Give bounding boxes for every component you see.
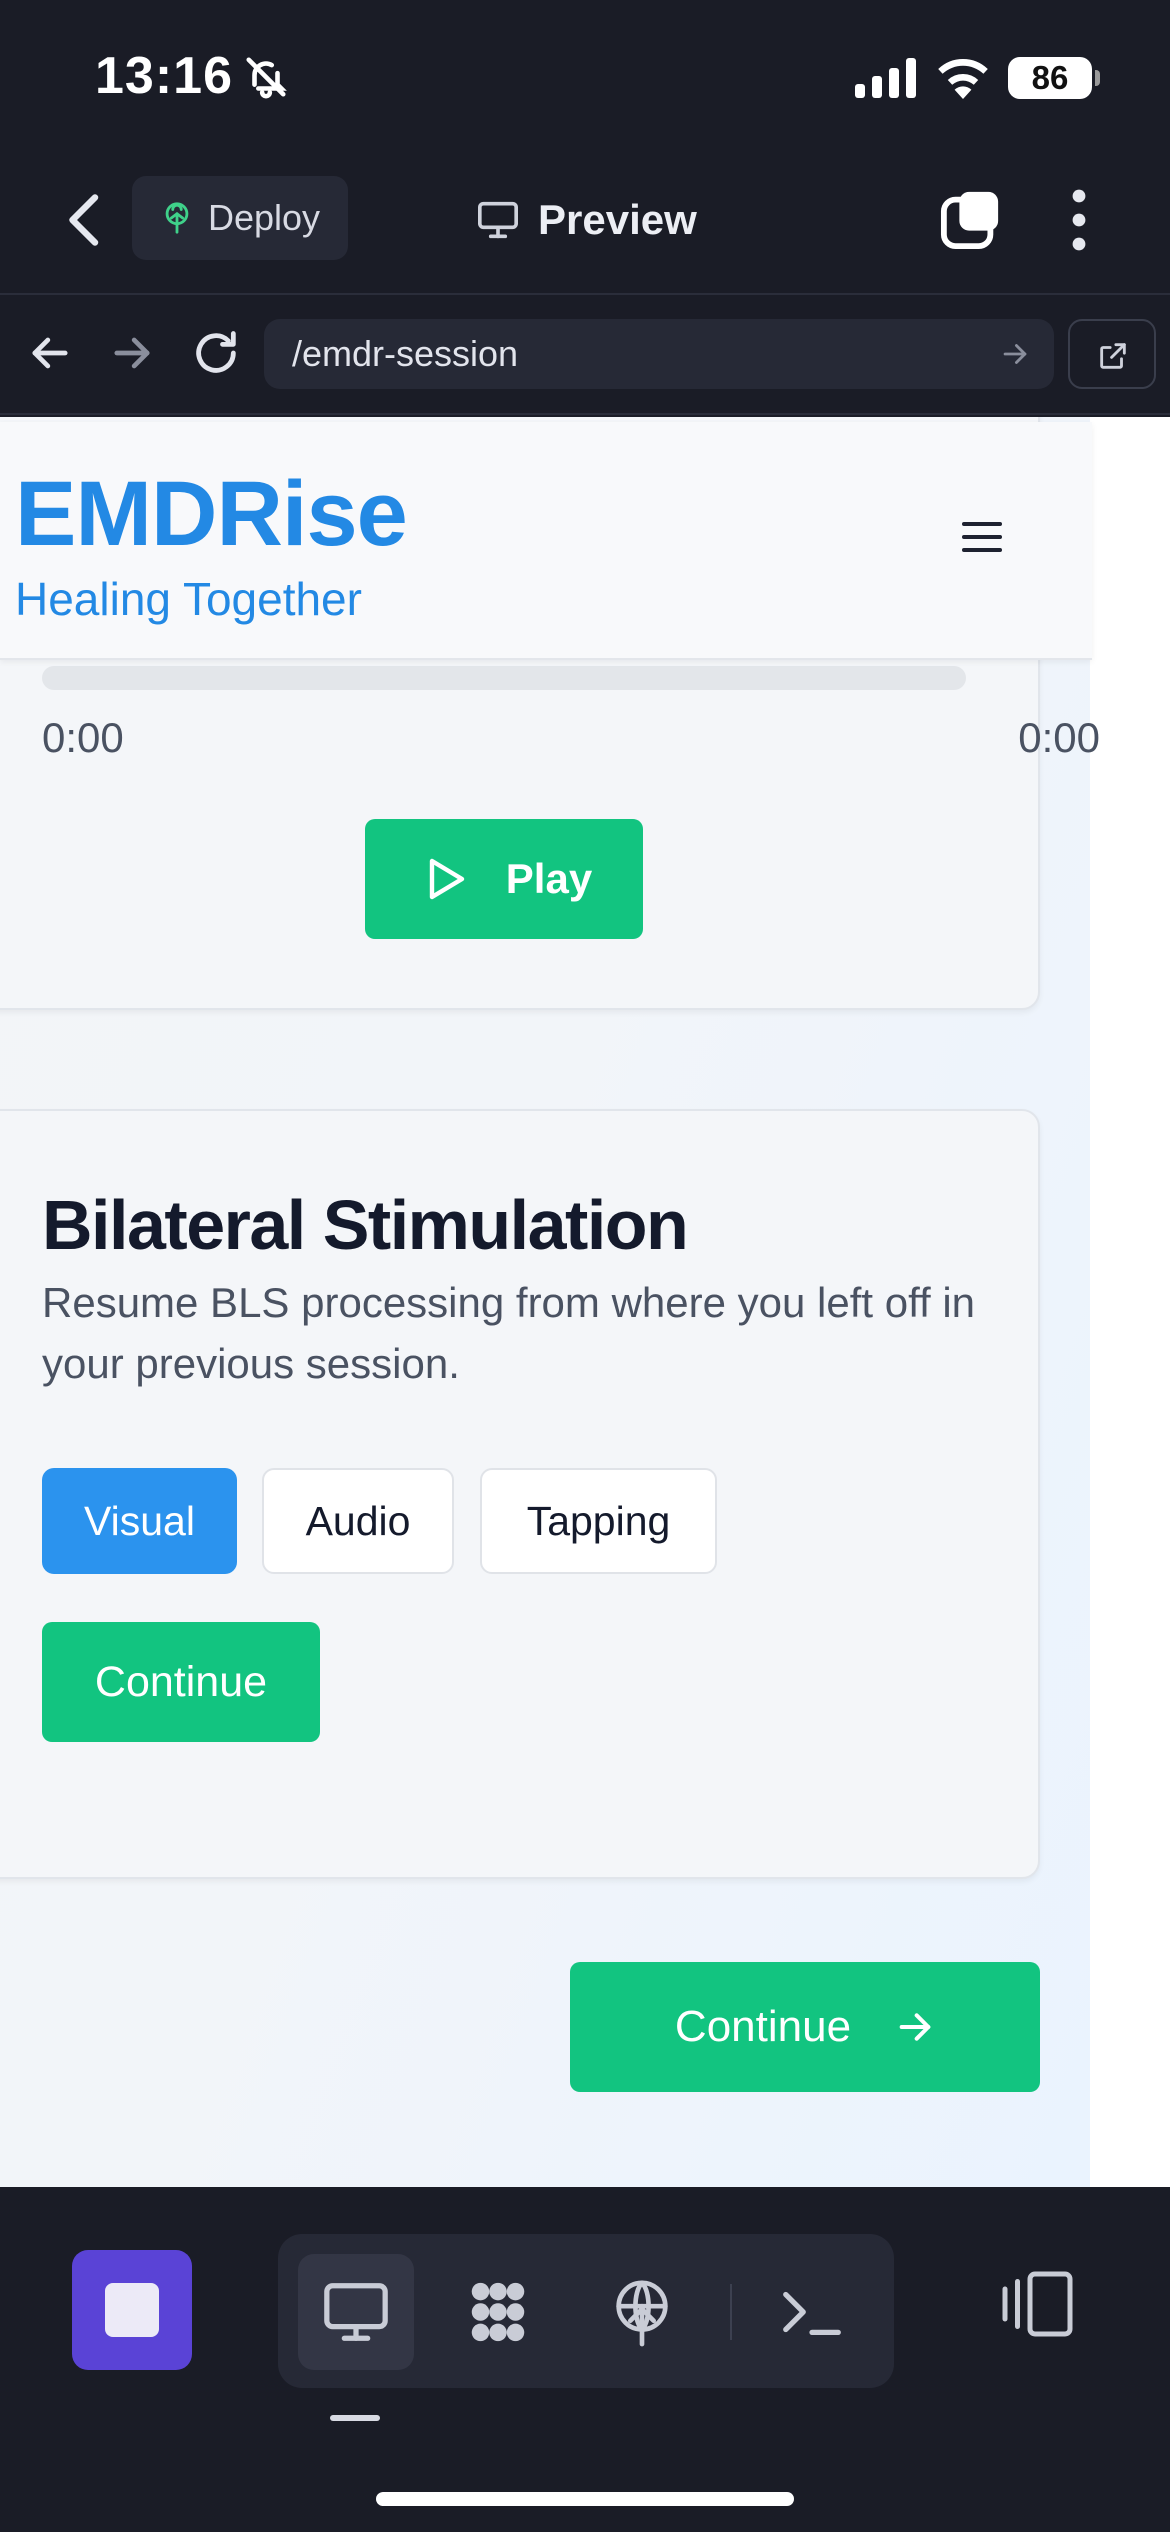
site-header: EMDRise Healing Together <box>0 422 1092 660</box>
page-gutter <box>1090 417 1170 2187</box>
audio-progress-bar[interactable] <box>42 666 966 690</box>
mode-audio-button[interactable]: Audio <box>262 1468 454 1574</box>
bottom-dock <box>0 2189 1170 2532</box>
wifi-icon <box>938 59 988 99</box>
dock-separator <box>730 2284 732 2340</box>
url-input[interactable]: /emdr-session <box>264 319 1054 389</box>
monitor-icon <box>478 201 518 239</box>
battery-icon: 86 <box>1008 57 1100 99</box>
mode-visual-button[interactable]: Visual <box>42 1468 237 1574</box>
deploy-tree-icon <box>165 202 189 234</box>
arrow-right-icon[interactable] <box>106 327 158 379</box>
panel-icon[interactable] <box>995 2269 1075 2339</box>
arrow-left-icon[interactable] <box>24 327 76 379</box>
open-external-button[interactable] <box>1068 319 1156 389</box>
signal-icon <box>855 58 916 98</box>
external-link-icon <box>1100 343 1126 369</box>
preview-label: Preview <box>538 196 697 243</box>
bls-continue-button[interactable]: Continue <box>42 1622 320 1742</box>
deploy-icon <box>616 2280 668 2347</box>
audio-current-time: 0:00 <box>42 714 124 761</box>
dock-preview-tab[interactable] <box>298 2254 414 2370</box>
chevron-left-icon[interactable] <box>60 190 110 250</box>
grid-icon <box>471 2282 525 2342</box>
mode-tapping-button[interactable]: Tapping <box>480 1468 717 1574</box>
active-tab-indicator <box>330 2415 380 2421</box>
audio-total-time: 0:00 <box>1018 714 1100 761</box>
home-indicator <box>376 2492 794 2506</box>
terminal-icon <box>783 2291 841 2336</box>
stop-button[interactable] <box>72 2250 192 2370</box>
reload-icon[interactable] <box>190 327 242 379</box>
monitor-icon <box>324 2283 388 2341</box>
play-icon <box>429 858 464 900</box>
deploy-button[interactable]: Deploy <box>132 176 348 260</box>
play-label: Play <box>505 855 593 902</box>
bell-off-icon <box>246 57 287 99</box>
play-button[interactable]: Play <box>365 819 643 939</box>
arrow-go-icon[interactable] <box>998 337 1032 371</box>
url-bar: /emdr-session <box>0 297 1170 415</box>
hamburger-menu-icon[interactable] <box>962 522 1002 556</box>
next-continue-label: Continue <box>674 2002 852 2051</box>
status-time: 13:16 <box>95 47 233 105</box>
arrow-right-icon <box>899 2013 931 2041</box>
dock-deploy-tab[interactable] <box>584 2254 700 2370</box>
url-text: /emdr-session <box>292 333 519 374</box>
dock-grid-tab[interactable] <box>440 2254 556 2370</box>
next-continue-button[interactable]: Continue <box>570 1962 1040 2092</box>
tabs-icon[interactable] <box>940 188 1002 250</box>
preview-title[interactable]: Preview <box>476 190 697 250</box>
dock-tab-group <box>278 2234 894 2388</box>
more-vertical-icon[interactable] <box>1062 188 1096 252</box>
deploy-label: Deploy <box>208 197 321 238</box>
stop-icon <box>105 2283 159 2337</box>
brand-logo[interactable]: EMDRise <box>15 462 408 567</box>
brand-tagline: Healing Together <box>15 573 362 625</box>
app-toolbar: Deploy Preview <box>0 150 1170 295</box>
web-viewport: EMDRise Healing Together 0:00 0:00 Play <box>0 417 1170 2187</box>
status-bar: 13:16 86 <box>0 0 1170 150</box>
dock-terminal-tab[interactable] <box>754 2254 870 2370</box>
